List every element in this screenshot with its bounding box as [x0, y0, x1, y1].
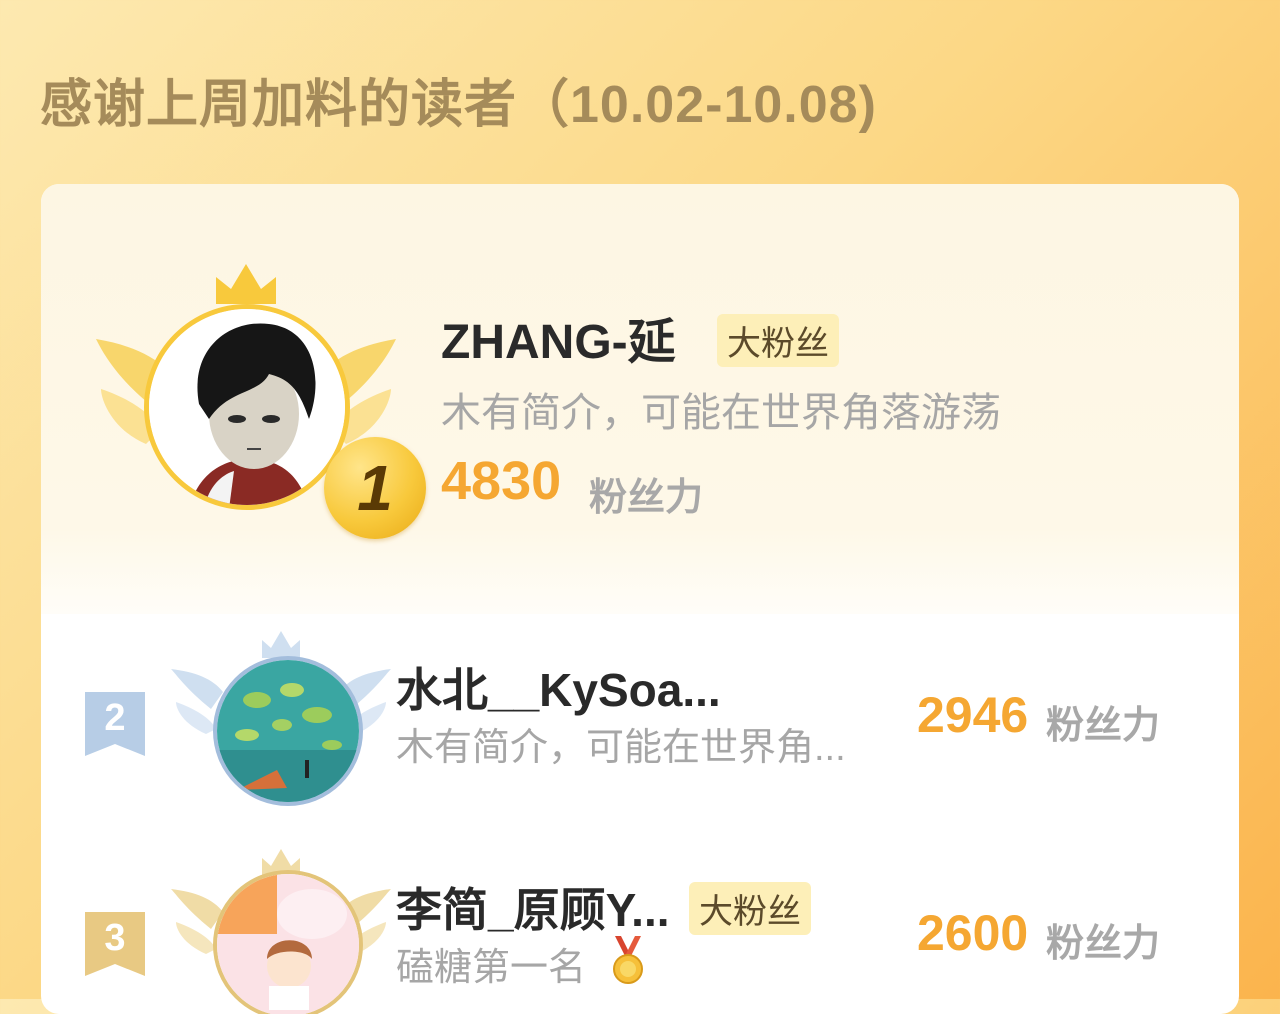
rank-ribbon: 2 — [85, 692, 145, 756]
reader-name[interactable]: ZHANG-延 — [441, 302, 676, 372]
fan-power-value: 2600 — [917, 905, 1029, 961]
reader-name[interactable]: 李简_原顾Y... — [396, 874, 670, 940]
avatar-group[interactable] — [171, 624, 391, 814]
leaderboard-card: 1 ZHANG-延 大粉丝 木有简介，可能在世界角落游荡 4830 粉丝力 2 — [41, 184, 1239, 1014]
fan-power-value: 2946 — [917, 687, 1029, 743]
fan-power-unit: 粉丝力 — [1046, 923, 1161, 965]
rank-badge: 1 — [324, 437, 426, 539]
reader-name[interactable]: 水北__KySoa... — [396, 654, 721, 720]
page-title: 感谢上周加料的读者（10.02-10.08) — [40, 76, 877, 134]
fan-power-unit: 粉丝力 — [589, 477, 704, 519]
avatar[interactable] — [213, 656, 363, 806]
rank-ribbon: 3 — [85, 912, 145, 976]
rank-number: 3 — [104, 916, 126, 959]
list-item[interactable]: 2 水北__KySoa... 木有简介，可能在世界角... 2946 粉丝力 — [41, 624, 1239, 824]
crown-icon — [216, 264, 276, 304]
reader-bio: 木有简介，可能在世界角... — [396, 727, 846, 769]
top-reader-section[interactable]: 1 ZHANG-延 大粉丝 木有简介，可能在世界角落游荡 4830 粉丝力 — [41, 184, 1239, 614]
fan-tag: 大粉丝 — [689, 882, 811, 935]
list-item[interactable]: 3 李简_原顾Y... 大粉丝 磕糖第一名 2600 粉丝力 — [41, 844, 1239, 1014]
rank-number: 2 — [104, 696, 126, 739]
reader-bio: 磕糖第一名 — [396, 947, 587, 989]
fan-tag: 大粉丝 — [717, 314, 839, 367]
reader-bio: 木有简介，可能在世界角落游荡 — [441, 391, 1001, 435]
avatar[interactable] — [213, 870, 363, 1014]
top-reader-avatar-group[interactable]: 1 — [96, 259, 426, 539]
avatar[interactable] — [144, 304, 350, 510]
medal-icon — [613, 936, 643, 984]
avatar-group[interactable] — [171, 844, 391, 1014]
fan-power-value: 4830 — [441, 451, 562, 511]
fan-power-unit: 粉丝力 — [1046, 705, 1161, 747]
